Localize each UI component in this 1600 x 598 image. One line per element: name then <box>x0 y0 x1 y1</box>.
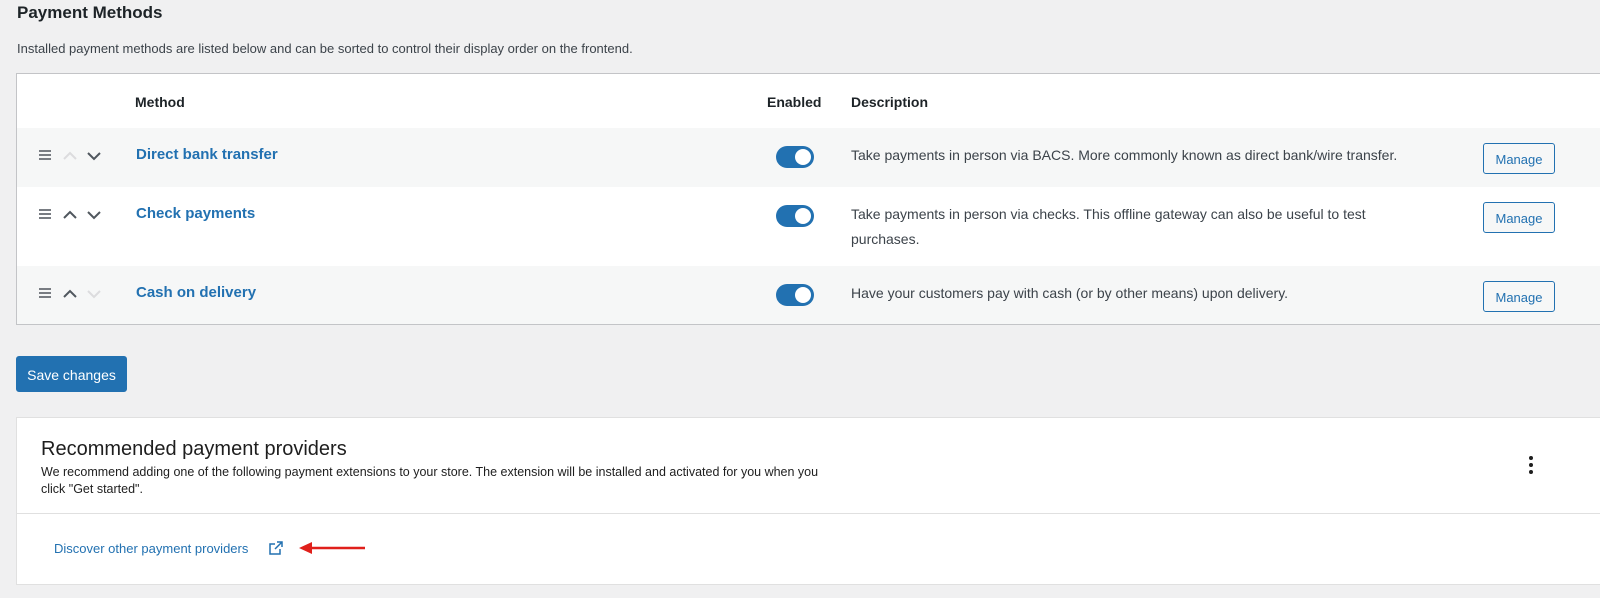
method-link-check-payments[interactable]: Check payments <box>136 205 255 222</box>
sort-controls <box>37 146 107 166</box>
chevron-up-icon <box>61 147 79 165</box>
table-header: Method Enabled Description <box>17 74 1600 129</box>
method-link-direct-bank-transfer[interactable]: Direct bank transfer <box>136 146 278 163</box>
chevron-down-icon[interactable] <box>85 147 103 165</box>
method-description: Take payments in person via BACS. More c… <box>851 147 1398 163</box>
recommended-providers-card: Recommended payment providers We recomme… <box>16 417 1600 585</box>
red-arrow-icon <box>297 541 367 555</box>
discover-providers-link[interactable]: Discover other payment providers <box>54 541 248 556</box>
chevron-up-icon[interactable] <box>61 285 79 303</box>
drag-handle-icon[interactable] <box>39 288 51 298</box>
payment-methods-table: Method Enabled Description Direct bank t… <box>16 73 1600 325</box>
sort-controls <box>37 205 107 225</box>
column-header-method: Method <box>135 94 185 110</box>
chevron-up-icon[interactable] <box>61 206 79 224</box>
column-header-enabled: Enabled <box>767 94 822 110</box>
manage-button[interactable]: Manage <box>1483 143 1555 174</box>
manage-button[interactable]: Manage <box>1483 281 1555 312</box>
more-vertical-icon[interactable] <box>1527 456 1535 476</box>
method-description: Have your customers pay with cash (or by… <box>851 285 1289 301</box>
manage-button[interactable]: Manage <box>1483 202 1555 233</box>
recommended-title: Recommended payment providers <box>41 438 347 460</box>
chevron-down-icon <box>85 285 103 303</box>
chevron-down-icon[interactable] <box>85 206 103 224</box>
page-title: Payment Methods <box>17 3 163 22</box>
table-row: Check payments Take payments in person v… <box>17 187 1600 266</box>
save-changes-button[interactable]: Save changes <box>16 356 127 392</box>
drag-handle-icon[interactable] <box>39 150 51 160</box>
sort-controls <box>37 284 107 304</box>
method-description: Take payments in person via checks. This… <box>851 206 1366 247</box>
recommended-description: We recommend adding one of the following… <box>41 465 819 496</box>
method-link-cash-on-delivery[interactable]: Cash on delivery <box>136 284 256 301</box>
table-row: Cash on delivery Have your customers pay… <box>17 266 1600 324</box>
enabled-toggle[interactable] <box>776 146 814 168</box>
column-header-description: Description <box>851 94 929 110</box>
enabled-toggle[interactable] <box>776 205 814 227</box>
recommended-header: Recommended payment providers We recomme… <box>17 418 1600 514</box>
page-description: Installed payment methods are listed bel… <box>17 41 633 56</box>
table-row: Direct bank transfer Take payments in pe… <box>17 128 1600 187</box>
enabled-toggle[interactable] <box>776 284 814 306</box>
external-link-icon[interactable] <box>268 540 284 556</box>
drag-handle-icon[interactable] <box>39 209 51 219</box>
